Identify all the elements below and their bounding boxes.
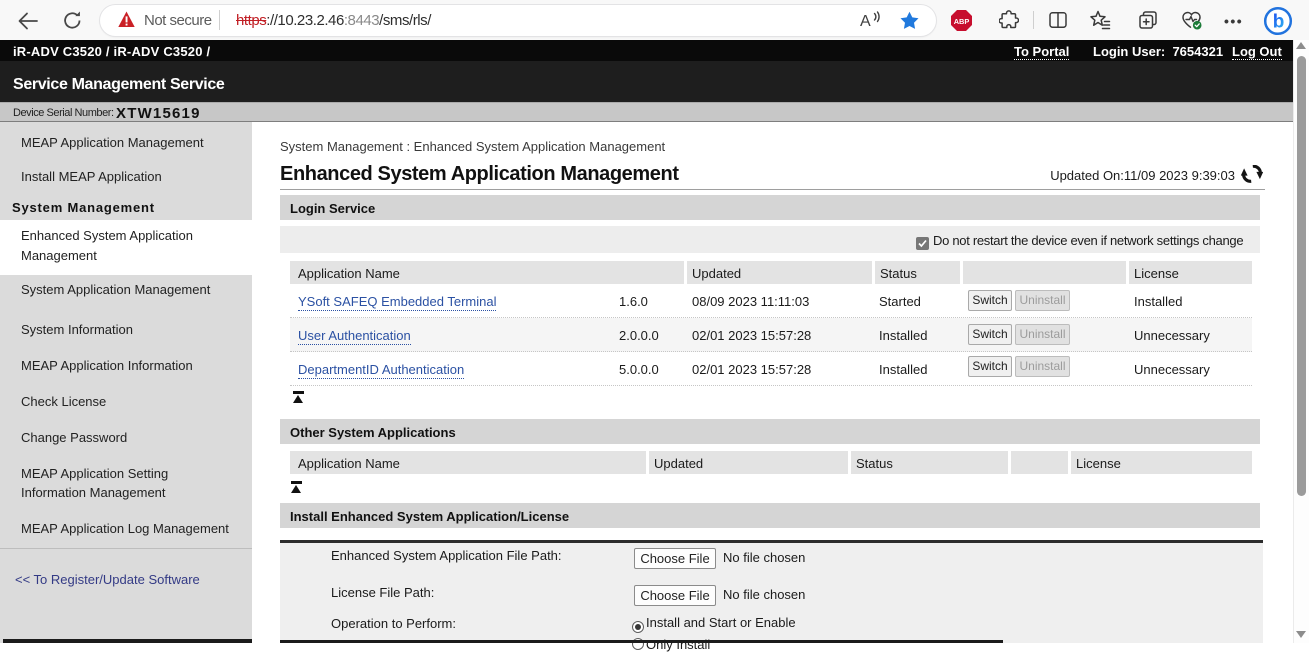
svg-text:A: A bbox=[860, 13, 871, 30]
svg-text:ABP: ABP bbox=[954, 17, 970, 26]
svg-text:b: b bbox=[1273, 12, 1285, 33]
